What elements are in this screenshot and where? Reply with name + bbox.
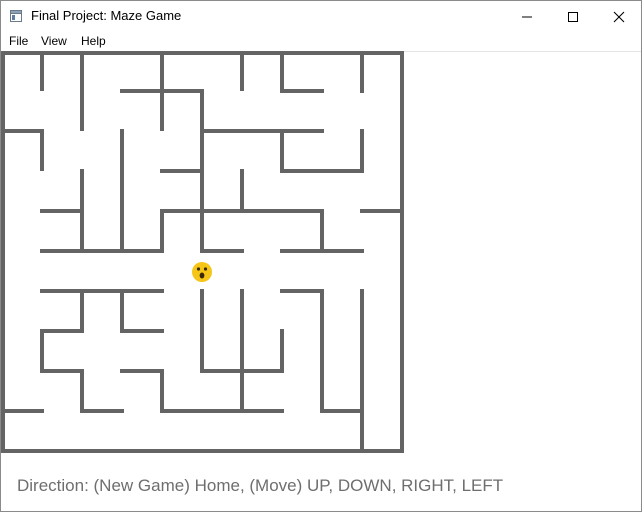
minimize-icon	[522, 16, 532, 18]
menu-view[interactable]: View	[41, 34, 67, 48]
maximize-icon	[568, 12, 578, 22]
close-button[interactable]	[596, 1, 642, 32]
window-app-icon	[10, 9, 22, 22]
title-bar[interactable]: Final Project: Maze Game	[1, 1, 641, 32]
app-window: Final Project: Maze Game File View Help	[0, 0, 642, 512]
menu-help[interactable]: Help	[81, 34, 106, 48]
close-icon	[613, 11, 625, 23]
maximize-button[interactable]	[550, 1, 596, 32]
maze-board[interactable]	[1, 51, 405, 455]
surprised-face-icon	[192, 262, 212, 282]
maze-walls	[1, 51, 404, 453]
menu-file[interactable]: File	[9, 34, 28, 48]
direction-instructions: Direction: (New Game) Home, (Move) UP, D…	[17, 476, 504, 495]
menu-bar: File View Help	[1, 32, 641, 52]
window-title: Final Project: Maze Game	[31, 8, 182, 23]
minimize-button[interactable]	[504, 1, 550, 32]
